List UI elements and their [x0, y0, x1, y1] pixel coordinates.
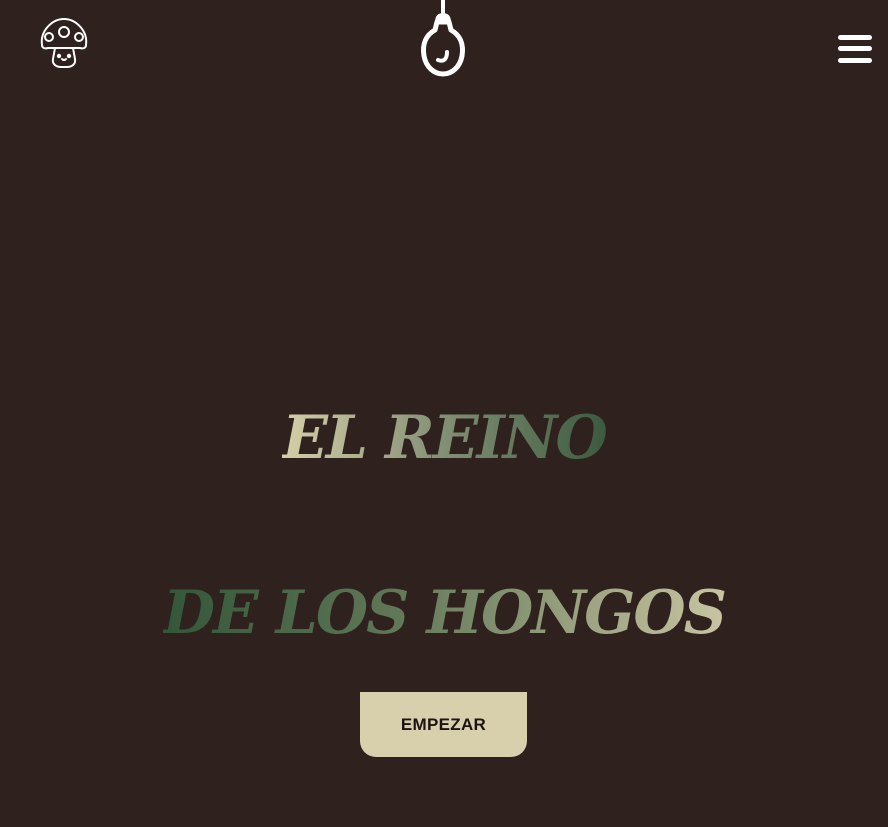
hero-title-line-1-text: EL REINO [282, 403, 608, 474]
menu-bar [838, 46, 872, 51]
hero-title-line-2: DE LOS HONGOS [0, 583, 888, 643]
light-bulb-icon[interactable] [418, 0, 468, 78]
hamburger-menu-icon[interactable] [838, 33, 874, 65]
menu-bar [838, 58, 872, 63]
hero-title-line-1: EL REINO [0, 408, 888, 468]
empezar-button[interactable]: EMPEZAR [360, 692, 527, 757]
mushroom-logo-icon[interactable] [38, 17, 90, 69]
hero-title-line-2-text: DE LOS HONGOS [163, 578, 727, 649]
menu-bar [838, 35, 872, 40]
